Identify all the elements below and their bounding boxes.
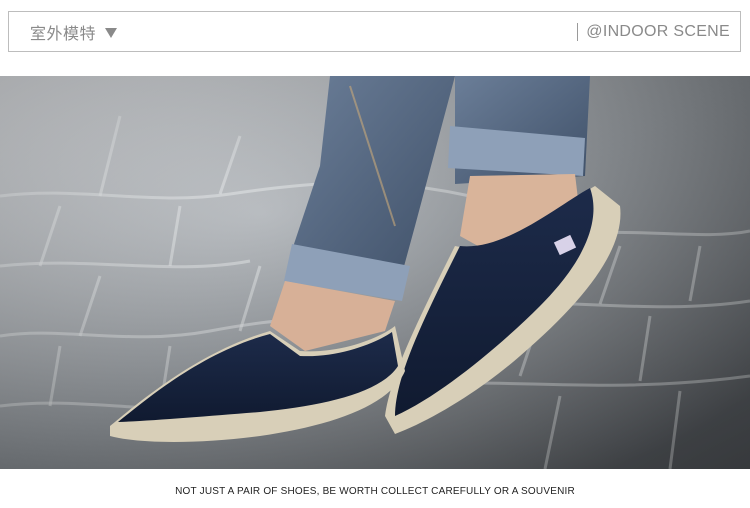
caption: NOT JUST A PAIR OF SHOES, BE WORTH COLLE… (175, 486, 575, 497)
triangle-down-icon (105, 27, 118, 38)
divider (577, 22, 579, 41)
scene-label-group: @INDOOR SCENE (577, 12, 730, 51)
scene-label: @INDOOR SCENE (586, 22, 730, 40)
header-bar: 室外模特 @INDOOR SCENE (8, 11, 741, 52)
category-dropdown[interactable]: 室外模特 (30, 12, 118, 51)
product-photo (0, 76, 750, 469)
category-label: 室外模特 (30, 23, 97, 43)
